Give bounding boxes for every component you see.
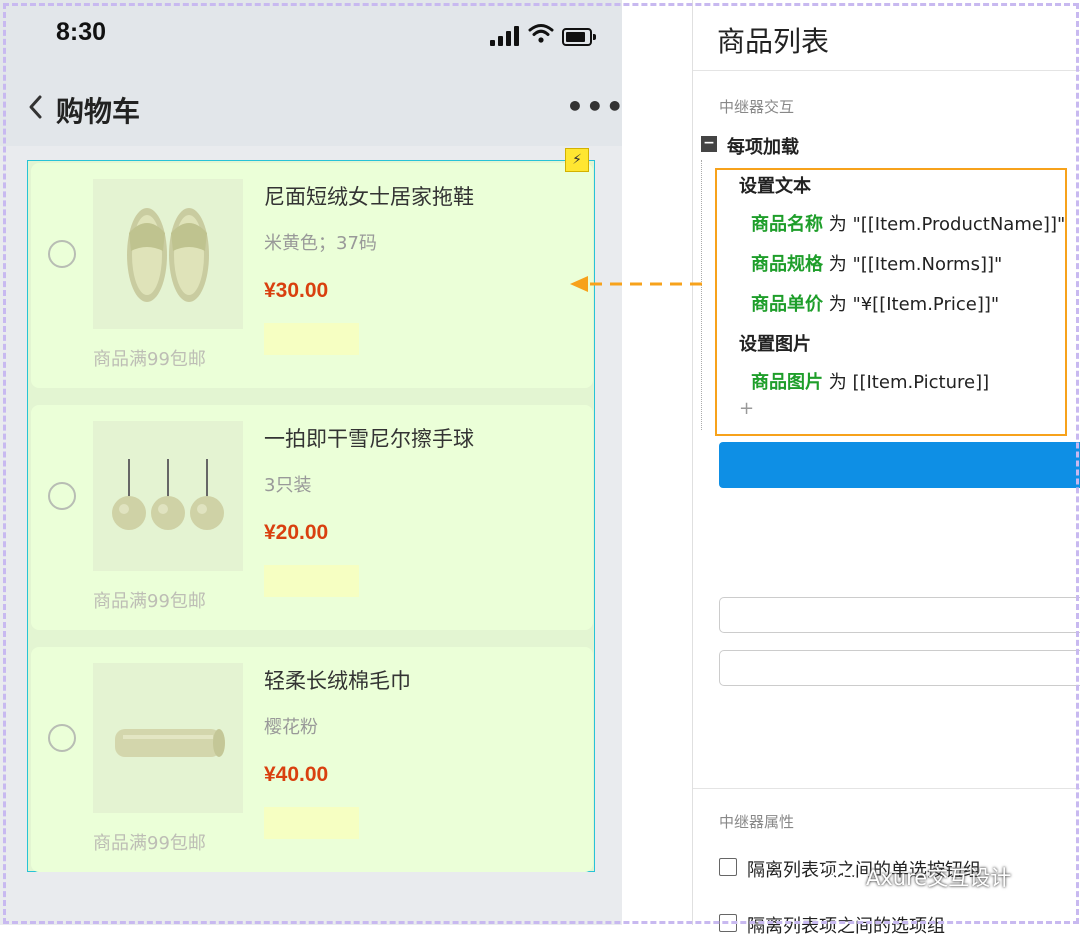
event-on-item-load[interactable]: 每项加载	[727, 133, 799, 159]
select-radio[interactable]	[48, 724, 76, 752]
quantity-stepper[interactable]	[264, 323, 359, 355]
shipping-note: 商品满99包邮	[93, 591, 206, 612]
quantity-stepper[interactable]	[264, 565, 359, 597]
interaction-section-label: 中继器交互	[719, 98, 795, 116]
action-line[interactable]: 商品名称 为 "[[Item.ProductName]]"	[751, 210, 1065, 236]
cart-repeater: 尼面短绒女士居家拖鞋 米黄色；37码 ¥30.00 商品满99包邮 一拍即干雪尼…	[27, 160, 595, 872]
product-name: 一拍即干雪尼尔擦手球	[264, 427, 474, 451]
inspector-panel: 商品列表 中继器交互 − 每项加载 设置文本 商品名称 为 "[[Item.Pr…	[692, 0, 1080, 937]
product-price: ¥30.00	[264, 279, 329, 302]
more-dots-icon[interactable]: •••	[566, 93, 626, 121]
cart-item: 尼面短绒女士居家拖鞋 米黄色；37码 ¥30.00 商品满99包邮	[31, 163, 593, 388]
add-action-icon[interactable]: +	[739, 398, 754, 419]
panel-title: 商品列表	[717, 25, 830, 58]
product-image-slippers	[93, 179, 243, 329]
action-line[interactable]: 商品图片 为 [[Item.Picture]]	[751, 368, 989, 394]
isolate-radio-checkbox[interactable]	[719, 858, 737, 876]
lightning-icon[interactable]: ⚡	[565, 148, 589, 172]
dashed-arrow-icon	[570, 276, 702, 292]
checkbox-label: 隔离列表项之间的选项组	[747, 916, 945, 937]
product-name: 尼面短绒女士居家拖鞋	[264, 185, 474, 209]
product-image-hand-towel-balls	[93, 421, 243, 571]
wechat-logo-icon	[819, 863, 853, 888]
back-chevron-icon[interactable]	[24, 92, 54, 122]
action-set-image[interactable]: 设置图片	[739, 330, 811, 356]
text-field[interactable]	[719, 650, 1080, 686]
shipping-note: 商品满99包邮	[93, 833, 206, 854]
product-price: ¥40.00	[264, 763, 329, 786]
status-time: 8:30	[56, 18, 107, 46]
battery-icon	[562, 28, 596, 46]
nav-bar: 购物车 •••	[0, 70, 624, 146]
props-section-label: 中继器属性	[719, 813, 795, 831]
product-name: 轻柔长绒棉毛巾	[264, 669, 411, 693]
wifi-icon	[528, 24, 554, 43]
product-spec: 樱花粉	[264, 717, 318, 738]
page-title: 购物车	[56, 95, 141, 128]
shipping-note: 商品满99包邮	[93, 349, 206, 370]
product-spec: 米黄色；37码	[264, 233, 377, 254]
status-bar: 8:30	[0, 0, 622, 70]
cart-item: 一拍即干雪尼尔擦手球 3只装 ¥20.00 商品满99包邮	[31, 405, 593, 630]
action-group[interactable]: 设置文本 商品名称 为 "[[Item.ProductName]]" 商品规格 …	[715, 168, 1067, 436]
phone-preview: 8:30 购物车 ••• ⚡ 尼面短绒女士居家拖鞋 米黄色；37码 ¥30.00…	[0, 0, 624, 925]
select-radio[interactable]	[48, 482, 76, 510]
divider	[693, 70, 1080, 71]
text-field[interactable]	[719, 597, 1080, 633]
action-set-text[interactable]: 设置文本	[739, 172, 811, 198]
select-radio[interactable]	[48, 240, 76, 268]
product-image-rolled-towel	[93, 663, 243, 813]
new-interaction-button[interactable]	[719, 442, 1080, 488]
watermark-text: Axure交互设计	[866, 866, 1012, 890]
cellular-signal-icon	[490, 24, 520, 46]
quantity-stepper[interactable]	[264, 807, 359, 839]
action-line[interactable]: 商品规格 为 "[[Item.Norms]]"	[751, 250, 1002, 276]
cart-item: 轻柔长绒棉毛巾 樱花粉 ¥40.00 商品满99包邮	[31, 647, 593, 872]
action-line[interactable]: 商品单价 为 "¥[[Item.Price]]"	[751, 290, 999, 316]
product-price: ¥20.00	[264, 521, 329, 544]
collapse-minus-icon[interactable]: −	[701, 136, 717, 152]
divider	[693, 788, 1080, 789]
product-spec: 3只装	[264, 475, 312, 496]
isolate-options-checkbox[interactable]	[719, 914, 737, 932]
